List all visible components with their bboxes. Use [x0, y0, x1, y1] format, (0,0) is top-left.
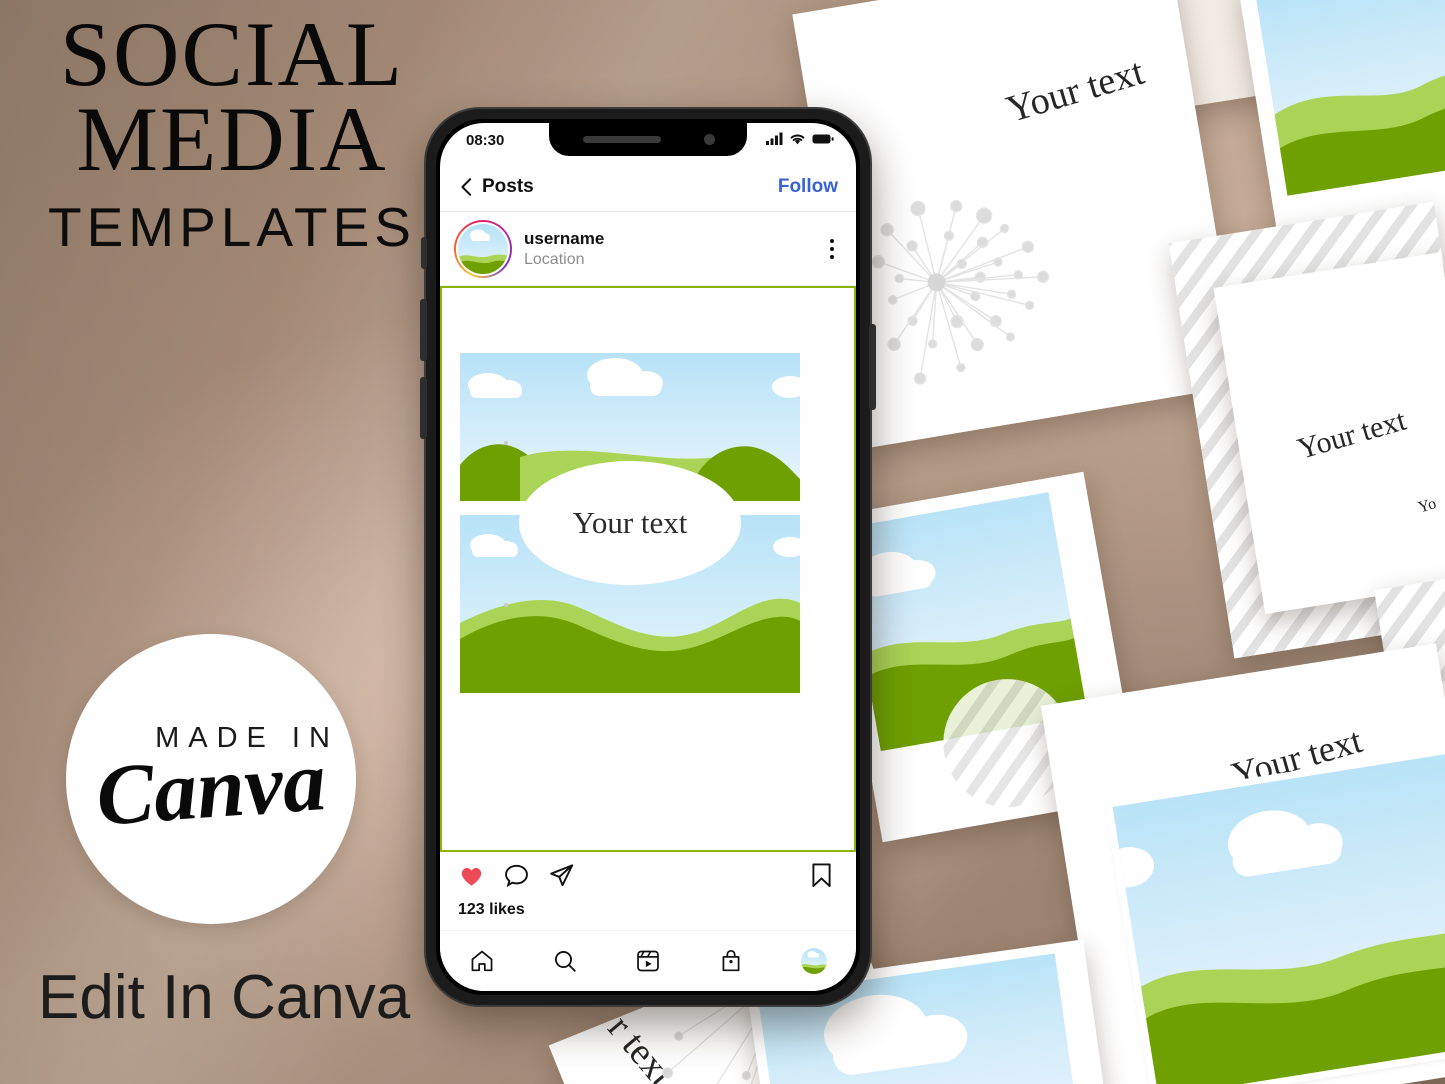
post-actions	[440, 854, 856, 896]
avatar	[456, 222, 510, 276]
status-time: 08:30	[466, 132, 505, 149]
front-camera-icon	[704, 134, 715, 145]
likes-count: 123 likes	[458, 901, 525, 918]
chevron-left-icon[interactable]	[456, 176, 478, 198]
headline-line-2: MEDIA	[76, 87, 388, 190]
phone-notch	[549, 123, 747, 156]
bookmark-icon[interactable]	[809, 862, 834, 889]
page-title: Posts	[482, 176, 534, 197]
earpiece-speaker	[583, 136, 661, 143]
volume-up-button[interactable]	[420, 299, 427, 361]
badge-brand-label: Canva	[93, 732, 329, 844]
home-icon[interactable]	[469, 948, 495, 974]
phone-bezel: 08:30 Posts Follow username Location You…	[436, 119, 860, 995]
hills-illustration	[1274, 65, 1445, 196]
profile-icon[interactable]	[801, 948, 828, 974]
power-button[interactable]	[869, 324, 876, 410]
profile-avatar-image	[801, 948, 828, 974]
search-icon[interactable]	[552, 948, 578, 974]
shop-icon[interactable]	[718, 948, 744, 974]
heart-icon[interactable]	[458, 862, 485, 889]
phone-mockup: 08:30 Posts Follow username Location You…	[420, 107, 876, 1007]
follow-button[interactable]: Follow	[778, 176, 838, 198]
wifi-icon	[790, 134, 805, 145]
more-options-icon[interactable]	[830, 239, 834, 259]
post-username[interactable]: username	[524, 229, 604, 249]
dandelion-icon	[871, 199, 1050, 385]
cellular-signal-icon	[766, 132, 783, 145]
made-in-canva-badge: MADE IN Canva	[66, 634, 356, 924]
post-location[interactable]: Location	[524, 251, 604, 269]
share-icon[interactable]	[548, 862, 575, 889]
edit-in-canva-label: Edit In Canva	[38, 963, 411, 1032]
template-card-text: Your text	[1293, 403, 1410, 466]
battery-icon	[812, 134, 834, 143]
poster-canvas: Your text Your text Yo Your text r text …	[0, 0, 1445, 1084]
post-header: username Location	[440, 213, 856, 285]
photo-card-bottomright: Your text	[1040, 643, 1445, 1084]
post-author-meta: username Location	[524, 229, 604, 270]
comment-icon[interactable]	[503, 862, 530, 889]
post-image-selection[interactable]: Your text	[440, 286, 856, 852]
template-card-text: Your text	[1001, 50, 1149, 132]
template-card-text-small: Yo	[1416, 495, 1439, 517]
reels-icon[interactable]	[635, 948, 661, 974]
cloud-hills-illustration	[1102, 810, 1445, 1084]
avatar-story-ring[interactable]	[454, 220, 512, 278]
post-image: Your text	[460, 353, 800, 693]
headline-line-1: SOCIAL	[59, 3, 405, 105]
mute-switch-button[interactable]	[421, 237, 427, 269]
phone-screen: 08:30 Posts Follow username Location You…	[440, 123, 856, 991]
post-overlay-text: Your text	[519, 461, 741, 585]
status-icons	[766, 132, 834, 145]
headline-block: SOCIAL MEDIA TEMPLATES	[22, 3, 442, 259]
app-nav-bar: Posts Follow	[440, 163, 856, 211]
nav-divider	[440, 211, 856, 212]
bottom-tab-bar	[440, 930, 856, 991]
headline-subtitle: TEMPLATES	[48, 196, 416, 259]
avatar-landscape-image	[458, 224, 508, 274]
volume-down-button[interactable]	[420, 377, 427, 439]
